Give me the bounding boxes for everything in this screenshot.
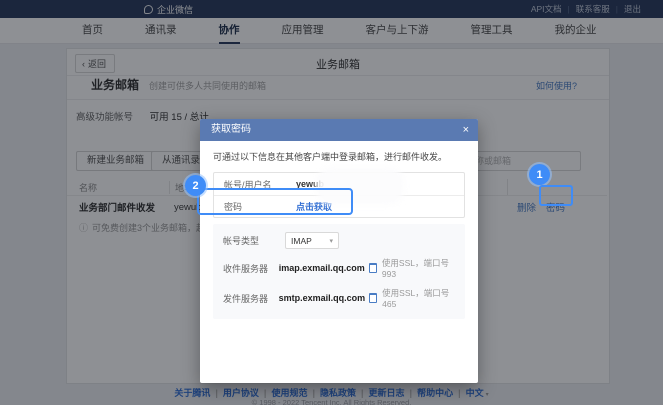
annotation-step-2-highlight: [197, 188, 353, 215]
annotation-step-1-highlight: [539, 185, 573, 206]
server-settings-panel: 帐号类型 IMAP ▾ 收件服务器 imap.exmail.qq.com 使用S…: [213, 224, 465, 319]
modal-title: 获取密码: [211, 124, 251, 135]
wework-admin-page: 企业微信 API文档 联系客服 退出 首页 通讯录 协作 应用管理 客户与上下游…: [0, 0, 663, 405]
outgoing-server-note: 使用SSL，端口号465: [382, 287, 455, 309]
incoming-server-row: 收件服务器 imap.exmail.qq.com 使用SSL，端口号993: [223, 257, 455, 279]
incoming-server-label: 收件服务器: [223, 262, 279, 275]
close-icon[interactable]: ×: [463, 119, 469, 141]
annotation-step-1-badge: 1: [529, 164, 550, 185]
get-password-modal: 获取密码 × 可通过以下信息在其他客户端中登录邮箱，进行邮件收发。 帐号/用户名…: [200, 119, 478, 383]
account-type-row: 帐号类型 IMAP ▾: [223, 232, 455, 249]
account-type-value: IMAP: [291, 236, 312, 246]
incoming-server-value: imap.exmail.qq.com: [279, 263, 365, 273]
annotation-step-2-badge: 2: [185, 175, 206, 196]
copy-icon[interactable]: [369, 263, 377, 273]
account-type-label: 帐号类型: [223, 234, 285, 247]
modal-header: 获取密码 ×: [200, 119, 478, 141]
outgoing-server-value: smtp.exmail.qq.com: [279, 293, 366, 303]
account-type-select[interactable]: IMAP ▾: [285, 232, 339, 249]
incoming-server-note: 使用SSL，端口号993: [382, 257, 455, 279]
copy-icon[interactable]: [369, 293, 377, 303]
outgoing-server-label: 发件服务器: [223, 292, 279, 305]
outgoing-server-row: 发件服务器 smtp.exmail.qq.com 使用SSL，端口号465: [223, 287, 455, 309]
modal-intro-text: 可通过以下信息在其他客户端中登录邮箱，进行邮件收发。: [213, 150, 465, 163]
chevron-down-icon: ▾: [329, 237, 333, 245]
